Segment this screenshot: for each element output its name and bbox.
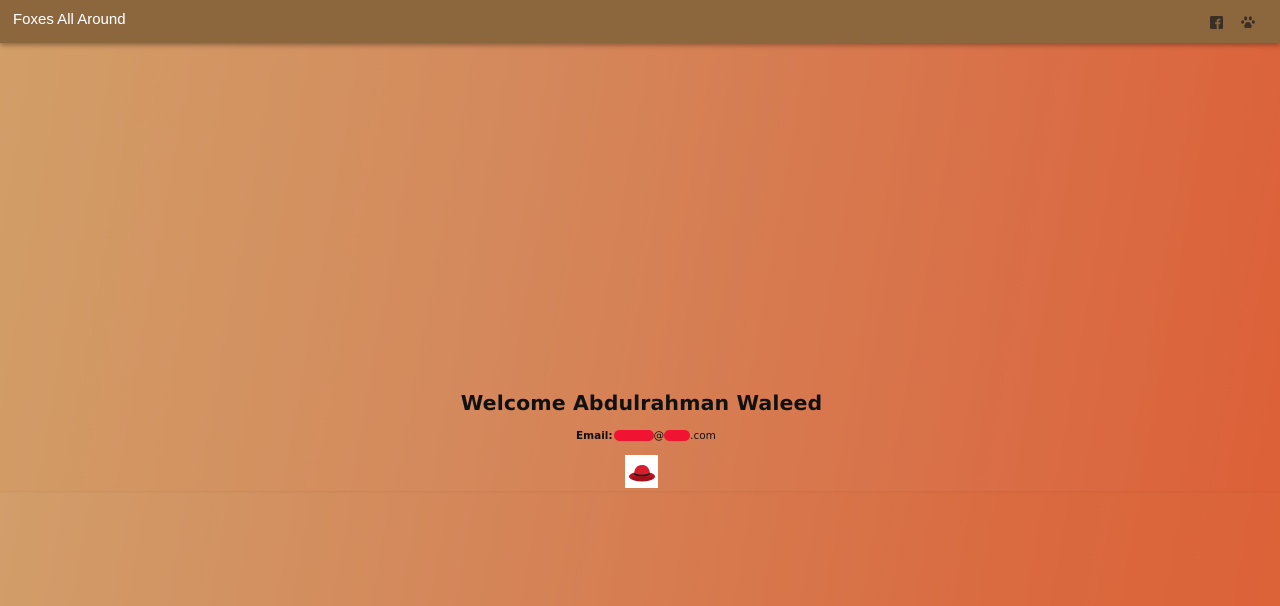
app-title[interactable]: Foxes All Around — [13, 11, 126, 29]
email-line: Email: @ .com — [576, 430, 716, 446]
redaction-mark — [613, 430, 654, 441]
app-bar: Foxes All Around — [0, 0, 1280, 43]
email-suffix: .com — [690, 430, 716, 442]
welcome-heading: Welcome Abdulrahman Waleed — [460, 391, 823, 415]
email-at: @ — [653, 430, 665, 442]
hero-section — [0, 43, 1280, 491]
redaction-mark — [664, 430, 691, 441]
facebook-icon[interactable] — [1206, 12, 1226, 32]
email-label: Email: — [576, 430, 613, 442]
red-hat-icon — [628, 464, 655, 481]
paw-icon[interactable] — [1238, 12, 1258, 32]
avatar — [625, 455, 658, 488]
